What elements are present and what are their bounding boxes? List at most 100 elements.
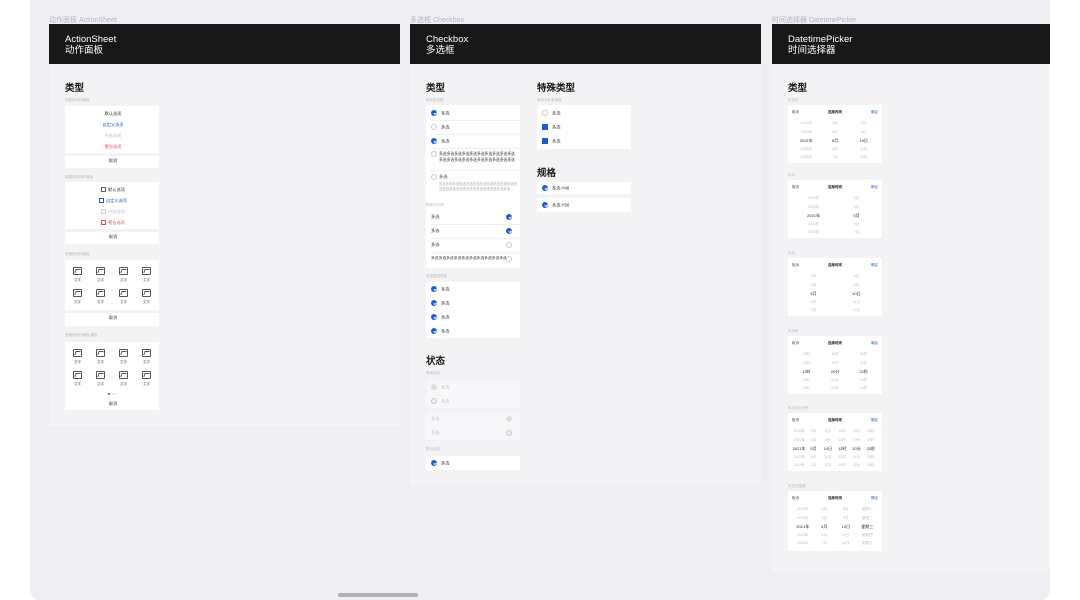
picker-option[interactable]: 14时 bbox=[835, 463, 849, 468]
picker-option[interactable]: 4月 bbox=[821, 130, 850, 135]
image-icon[interactable] bbox=[142, 289, 151, 297]
picker-option[interactable]: 7月 bbox=[814, 541, 836, 546]
picker-option[interactable]: 2022年 bbox=[792, 455, 806, 460]
image-icon[interactable] bbox=[119, 289, 128, 297]
picker-option[interactable]: 12时 bbox=[835, 446, 849, 452]
picker-option[interactable]: 5月 bbox=[792, 291, 835, 297]
picker-option[interactable]: 11日 bbox=[835, 533, 857, 538]
picker-option[interactable]: 5月 bbox=[821, 138, 850, 144]
cancel-button[interactable]: 取消 bbox=[65, 315, 161, 321]
picker-option[interactable]: 7月 bbox=[835, 230, 878, 235]
picker-option[interactable]: 6月 bbox=[792, 300, 835, 305]
picker-option[interactable]: 18分 bbox=[849, 429, 863, 434]
checkbox-item[interactable]: 多选多选多选多选多选多选多选多选多选多选多选多选多选多选多选多选多选多选多选多选… bbox=[431, 151, 517, 163]
picker-option[interactable]: 2021年 bbox=[792, 138, 821, 144]
picker-option[interactable]: 9日 bbox=[835, 516, 857, 521]
picker-option[interactable]: 9日 bbox=[849, 130, 878, 135]
picker-option[interactable]: 4月 bbox=[814, 516, 836, 521]
pager-dots[interactable] bbox=[108, 393, 118, 396]
picker-option[interactable]: 9日 bbox=[835, 283, 878, 288]
picker-option[interactable]: 2019年 bbox=[792, 507, 814, 512]
picker-option[interactable]: 14时 bbox=[792, 386, 821, 391]
picker-option[interactable]: 18分 bbox=[821, 352, 850, 357]
picker-option[interactable]: 8日 bbox=[835, 507, 857, 512]
picker-option[interactable]: 9日 bbox=[821, 438, 835, 443]
picker-option[interactable]: 21分 bbox=[821, 378, 850, 383]
picker-option[interactable]: 11日 bbox=[835, 300, 878, 305]
picker-option[interactable]: 19分 bbox=[849, 438, 863, 443]
picker-option[interactable]: 星期一 bbox=[857, 507, 879, 512]
action-item[interactable]: 默认选项 bbox=[65, 187, 161, 193]
image-icon[interactable] bbox=[73, 289, 82, 297]
picker-option[interactable]: 2020年 bbox=[792, 438, 806, 443]
picker-option[interactable]: 24秒 bbox=[849, 386, 878, 391]
picker-option[interactable]: 11时 bbox=[835, 438, 849, 443]
picker-option[interactable]: 10时 bbox=[792, 352, 821, 357]
checkbox-item[interactable]: 多选 H48 bbox=[542, 185, 569, 192]
picker-option[interactable]: 2022年 bbox=[792, 533, 814, 538]
picker-option[interactable]: 星期二 bbox=[857, 516, 879, 521]
picker-confirm-button[interactable]: 确定 bbox=[871, 418, 878, 423]
picker-option[interactable]: 2020年 bbox=[792, 130, 821, 135]
picker-option[interactable]: 20秒 bbox=[849, 352, 878, 357]
picker-option[interactable]: 3月 bbox=[835, 196, 878, 201]
picker-option[interactable]: 2022年 bbox=[792, 222, 835, 227]
picker-option[interactable]: 22分 bbox=[849, 463, 863, 468]
checkbox-item[interactable]: 多选 bbox=[431, 328, 449, 335]
picker-option[interactable]: 12日 bbox=[835, 308, 878, 313]
picker-option[interactable]: 2019年 bbox=[792, 196, 835, 201]
picker-option[interactable]: 5月 bbox=[806, 446, 820, 452]
picker-confirm-button[interactable]: 确定 bbox=[871, 110, 878, 115]
image-icon[interactable] bbox=[96, 371, 105, 379]
picker-option[interactable]: 5月 bbox=[835, 213, 878, 219]
action-item[interactable]: 默认选项 bbox=[65, 111, 161, 117]
picker-option[interactable]: 星期四 bbox=[857, 533, 879, 538]
picker-option[interactable]: 11日 bbox=[821, 455, 835, 460]
picker-option[interactable]: 12日 bbox=[821, 463, 835, 468]
picker-confirm-button[interactable]: 确定 bbox=[871, 263, 878, 268]
image-icon[interactable] bbox=[119, 349, 128, 357]
action-item[interactable]: 自定义选项 bbox=[65, 198, 161, 204]
picker-option[interactable]: 2021年 bbox=[792, 213, 835, 219]
picker-option[interactable]: 23秒 bbox=[849, 378, 878, 383]
checkbox-item[interactable]: 多选 bbox=[431, 110, 449, 117]
picker-option[interactable]: 4月 bbox=[806, 438, 820, 443]
image-icon[interactable] bbox=[73, 349, 82, 357]
checkbox-item[interactable]: 多选 bbox=[431, 138, 449, 145]
cancel-button[interactable]: 取消 bbox=[65, 401, 161, 407]
picker-option[interactable]: 19分 bbox=[821, 361, 850, 366]
picker-option[interactable]: 6月 bbox=[835, 222, 878, 227]
picker-option[interactable]: 12日 bbox=[835, 541, 857, 546]
picker-option[interactable]: 7月 bbox=[821, 155, 850, 160]
picker-option[interactable]: 6月 bbox=[806, 455, 820, 460]
cancel-button[interactable]: 取消 bbox=[65, 234, 161, 240]
picker-option[interactable]: 10日 bbox=[835, 291, 878, 297]
picker-option[interactable]: 2023年 bbox=[792, 155, 821, 160]
picker-option[interactable]: 21秒 bbox=[849, 361, 878, 366]
checkbox-item[interactable]: 多选 bbox=[431, 460, 449, 467]
picker-option[interactable]: 星期五 bbox=[857, 541, 879, 546]
image-icon[interactable] bbox=[73, 371, 82, 379]
picker-option[interactable]: 2021年 bbox=[792, 446, 806, 452]
picker-confirm-button[interactable]: 确定 bbox=[871, 185, 878, 190]
image-icon[interactable] bbox=[96, 267, 105, 275]
cancel-button[interactable]: 取消 bbox=[65, 158, 161, 164]
checkbox-item[interactable]: 多选 bbox=[542, 124, 560, 131]
checkbox-item-with-desc[interactable]: 多选 多选多选多选多选多选多选多选多选多选多选多选多选多选多选多选多选多选多选多选… bbox=[431, 174, 517, 192]
picker-option[interactable]: 2023年 bbox=[792, 463, 806, 468]
checkbox-item[interactable]: 多选 bbox=[542, 110, 560, 117]
picker-option[interactable]: 2023年 bbox=[792, 230, 835, 235]
picker-option[interactable]: 2019年 bbox=[792, 121, 821, 126]
picker-option[interactable]: 20分 bbox=[849, 446, 863, 452]
picker-option[interactable]: 12时 bbox=[792, 369, 821, 375]
picker-option[interactable]: 2020年 bbox=[792, 516, 814, 521]
picker-option[interactable]: 10日 bbox=[849, 138, 878, 144]
picker-option[interactable]: 2020年 bbox=[792, 205, 835, 210]
picker-option[interactable]: 3月 bbox=[806, 429, 820, 434]
image-icon[interactable] bbox=[119, 267, 128, 275]
image-icon[interactable] bbox=[142, 371, 151, 379]
picker-option[interactable]: 13时 bbox=[835, 455, 849, 460]
picker-option[interactable]: 2019年 bbox=[792, 429, 806, 434]
picker-option[interactable]: 3月 bbox=[792, 274, 835, 279]
picker-option[interactable]: 8日 bbox=[835, 274, 878, 279]
